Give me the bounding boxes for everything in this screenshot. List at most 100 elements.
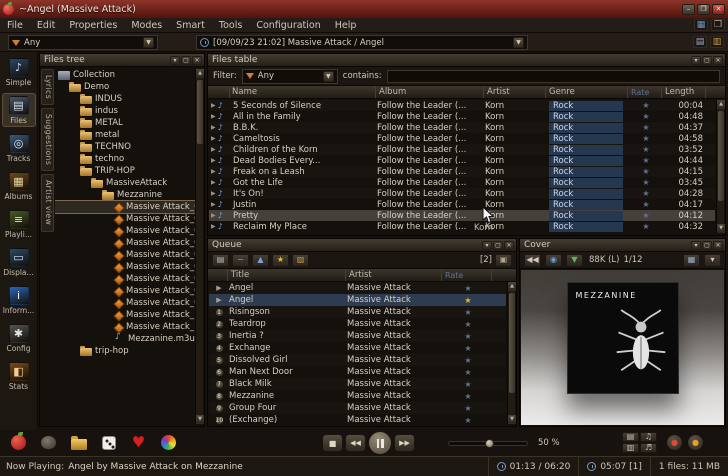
previous-button[interactable]: ◀◀: [345, 434, 366, 452]
tree-node[interactable]: Massive Attack_03_mezzanine.mp: [55, 225, 195, 237]
dice-button[interactable]: [100, 434, 117, 451]
tile-windows-button[interactable]: ▦: [694, 19, 708, 31]
queue-broom-button[interactable]: ▨: [292, 254, 309, 267]
table-row[interactable]: ▶♪Children of the KornFollow the Leader …: [209, 144, 715, 155]
queue-row[interactable]: 8MezzanineMassive Attack★: [209, 390, 506, 402]
maximize-button[interactable]: ❐: [697, 4, 710, 15]
queue-row[interactable]: ▶AngelMassive Attack★: [209, 294, 506, 306]
perspective-simple[interactable]: ♪Simple: [2, 55, 36, 89]
apple-button[interactable]: [10, 434, 27, 451]
queue-star-button[interactable]: ★: [272, 254, 289, 267]
queue-row[interactable]: 5Dissolved GirlMassive Attack★: [209, 354, 506, 366]
panel-close-button[interactable]: ✕: [713, 56, 723, 65]
queue-playlist-button[interactable]: ▤: [212, 254, 229, 267]
push-to-device-button[interactable]: ▣: [495, 254, 512, 267]
options-button[interactable]: ▥: [710, 36, 724, 48]
scroll-down-icon[interactable]: ▼: [717, 224, 725, 233]
table-row[interactable]: ▶♪CameltosisFollow the Leader (...KornRo…: [209, 133, 715, 144]
volume-handle[interactable]: [485, 439, 494, 448]
tree-node[interactable]: MassiveAttack: [55, 177, 195, 189]
side-tab-suggestions[interactable]: Suggestions: [41, 108, 54, 171]
menu-smart[interactable]: Smart: [169, 18, 212, 32]
perspective-inform[interactable]: iInform...: [2, 283, 36, 317]
panel-menu-button[interactable]: ▾: [170, 56, 180, 65]
table-row[interactable]: ▶♪Reclaim My PlaceFollow the Leader (...…: [209, 221, 715, 232]
side-tab-artist-view[interactable]: Artist view: [41, 174, 54, 231]
panel-close-button[interactable]: ✕: [504, 241, 514, 250]
close-button[interactable]: ✕: [712, 4, 725, 15]
ambience-select[interactable]: Any ▼: [8, 35, 158, 50]
queue-arrow-up-button[interactable]: ▲: [252, 254, 269, 267]
tree-node[interactable]: Massive Attack_08_mezzanine.mp: [55, 285, 195, 297]
perspective-files[interactable]: ▤Files: [2, 93, 36, 127]
queue-row[interactable]: ▶AngelMassive Attack★: [209, 282, 506, 294]
volume-slider[interactable]: [448, 441, 528, 446]
mini-toggle-button[interactable]: ▥: [622, 443, 639, 453]
tree-node[interactable]: TRIP-HOP: [55, 165, 195, 177]
queue-row[interactable]: 7Black MilkMassive Attack★: [209, 378, 506, 390]
queue-header[interactable]: TitleArtistRate: [208, 269, 516, 282]
perspective-displa[interactable]: ▭Displa...: [2, 245, 36, 279]
tree-node[interactable]: trip-hop: [55, 345, 195, 357]
cover-picture-button[interactable]: ▦: [683, 254, 700, 267]
tree-node[interactable]: INDUS: [55, 93, 195, 105]
panel-close-button[interactable]: ✕: [192, 56, 202, 65]
queue-row[interactable]: 9Group FourMassive Attack★: [209, 402, 506, 414]
table-row[interactable]: ▶♪B.B.K.Follow the Leader (...KornRock★0…: [209, 122, 715, 133]
tree-node[interactable]: indus: [55, 105, 195, 117]
record-button[interactable]: ●: [666, 434, 683, 451]
menu-configuration[interactable]: Configuration: [249, 18, 327, 32]
stop-button[interactable]: ■: [322, 434, 343, 452]
tree-node[interactable]: Massive Attack_06_mezzanine.mp: [55, 261, 195, 273]
menu-help[interactable]: Help: [328, 18, 364, 32]
tree-node[interactable]: Massive Attack_01_mezzanine.mp: [55, 201, 195, 213]
tree-node[interactable]: techno: [55, 153, 195, 165]
column-header-title[interactable]: Title: [228, 269, 346, 281]
panel-menu-button[interactable]: ▾: [482, 241, 492, 250]
scroll-up-icon[interactable]: ▲: [717, 100, 725, 109]
fullscreen-button[interactable]: ❒: [711, 19, 725, 31]
tree-node[interactable]: metal: [55, 129, 195, 141]
table-row[interactable]: ▶♪Got the LifeFollow the Leader (...Korn…: [209, 177, 715, 188]
scroll-up-icon[interactable]: ▲: [196, 69, 204, 78]
next-button[interactable]: ▶▶: [394, 434, 415, 452]
panel-maximize-button[interactable]: ▢: [702, 241, 712, 250]
tree-node[interactable]: Massive Attack_07_mezzanine.mp: [55, 273, 195, 285]
scroll-thumb[interactable]: [718, 111, 724, 201]
queue-row[interactable]: 2TeardropMassive Attack★: [209, 318, 506, 330]
minimize-button[interactable]: –: [682, 4, 695, 15]
perspective-playli[interactable]: ≡Playli...: [2, 207, 36, 241]
tree-node[interactable]: Massive Attack_05_mezzanine.mp: [55, 249, 195, 261]
mouse-button[interactable]: [40, 434, 57, 451]
panel-maximize-button[interactable]: ▢: [493, 241, 503, 250]
scroll-up-icon[interactable]: ▲: [508, 282, 516, 291]
menu-properties[interactable]: Properties: [62, 18, 124, 32]
files-scrollbar[interactable]: ▲ ▼: [716, 100, 724, 233]
tree-node[interactable]: Massive Attack_10_mezzanine.mp: [55, 309, 195, 321]
menu-modes[interactable]: Modes: [124, 18, 169, 32]
scroll-down-icon[interactable]: ▼: [196, 415, 204, 424]
scroll-down-icon[interactable]: ▼: [508, 415, 516, 424]
perspective-config[interactable]: ✱Config: [2, 321, 36, 355]
column-header-artist[interactable]: Artist: [484, 86, 546, 98]
filter-select[interactable]: Any ▼: [242, 69, 338, 84]
cover-save-button[interactable]: ▼: [566, 254, 583, 267]
table-row[interactable]: ▶♪PrettyFollow the Leader (...KornRock★0…: [209, 210, 715, 221]
perspective-tracks[interactable]: ◎Tracks: [2, 131, 36, 165]
cover-prev-button[interactable]: ◀◀: [524, 254, 541, 267]
files-table-header[interactable]: NameAlbumArtistGenreRateLength: [208, 86, 725, 99]
folder-button[interactable]: [70, 434, 87, 451]
menu-file[interactable]: File: [0, 18, 30, 32]
perspective-stats[interactable]: ◧Stats: [2, 359, 36, 393]
tree-node[interactable]: METAL: [55, 117, 195, 129]
table-row[interactable]: ▶♪5 Seconds of SilenceFollow the Leader …: [209, 100, 715, 111]
table-row[interactable]: ▶♪Freak on a LeashFollow the Leader (...…: [209, 166, 715, 177]
column-header-genre[interactable]: Genre: [546, 86, 628, 98]
menu-tools[interactable]: Tools: [212, 18, 249, 32]
perspective-albums[interactable]: ▦Albums: [2, 169, 36, 203]
queue-row[interactable]: 10(Exchange)Massive Attack★: [209, 414, 506, 425]
menu-edit[interactable]: Edit: [30, 18, 62, 32]
tree-scrollbar[interactable]: ▲ ▼: [195, 69, 203, 424]
mini-toggle-button[interactable]: ♬: [640, 443, 657, 453]
album-art[interactable]: MEZZANINE: [567, 282, 679, 394]
